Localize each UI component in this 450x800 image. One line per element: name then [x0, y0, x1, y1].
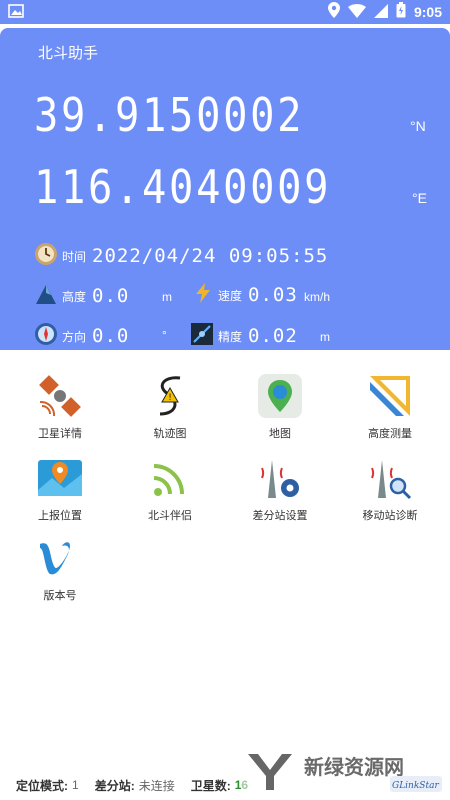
altitude-value: 0.0 — [92, 285, 130, 307]
latitude-unit: °N — [410, 118, 426, 134]
watermark-logo: 新绿资源网 GLinkStar — [240, 744, 450, 800]
station-settings-icon — [256, 454, 304, 502]
battery-icon — [396, 2, 406, 22]
accuracy-value: 0.02 — [248, 325, 298, 347]
menu-label: 上报位置 — [38, 510, 82, 522]
status-time: 9:05 — [413, 4, 442, 20]
location-icon — [327, 2, 340, 22]
heading-value: 0.0 — [92, 325, 130, 347]
heading-label: 方向 — [62, 329, 87, 344]
time-value: 2022/04/24 09:05:55 — [92, 245, 329, 267]
menu-label: 高度测量 — [368, 428, 412, 440]
station-value: 未连接 — [138, 778, 175, 793]
watermark-text: 新绿资源网 — [304, 755, 404, 779]
menu-label: 差分站设置 — [252, 510, 308, 522]
speed-row: 速度 0.03 — [192, 282, 298, 308]
speed-value: 0.03 — [248, 284, 298, 306]
mountain-icon — [34, 282, 58, 310]
satellite-count-label: 卫星数: — [190, 778, 231, 793]
menu-height-measure[interactable]: 高度测量 — [334, 372, 446, 448]
menu-station-diagnose[interactable]: 移动站诊断 — [334, 454, 446, 530]
menu-map[interactable]: 地图 — [224, 372, 336, 448]
menu-label: 地图 — [269, 428, 291, 440]
menu-satellite-details[interactable]: 卫星详情 — [4, 372, 116, 448]
speed-label: 速度 — [218, 288, 243, 303]
map-pin-icon — [256, 372, 304, 420]
app-screen: 9:05 北斗助手 39.9150002 °N 116.4040009 °E 时… — [0, 0, 450, 800]
ruler-icon — [366, 372, 414, 420]
station-diagnose-icon — [366, 454, 414, 502]
menu-track[interactable]: ! 轨迹图 — [114, 372, 226, 448]
signal-icon — [146, 454, 194, 502]
menu-label: 轨迹图 — [153, 428, 187, 440]
location-panel: 北斗助手 39.9150002 °N 116.4040009 °E 时间 202… — [0, 28, 450, 350]
mode-label: 定位模式: — [16, 778, 68, 793]
status-bar: 9:05 — [0, 0, 450, 24]
satellite-icon — [36, 372, 84, 420]
accuracy-label: 精度 — [218, 329, 243, 344]
accuracy-unit: m — [320, 330, 330, 344]
clock-icon — [34, 242, 58, 270]
report-location-icon — [36, 454, 84, 502]
menu-label: 卫星详情 — [38, 428, 82, 440]
cellular-signal-icon — [373, 3, 388, 22]
menu-version[interactable]: 版本号 — [4, 534, 116, 610]
wifi-icon — [347, 3, 366, 22]
gallery-icon — [8, 3, 24, 22]
altitude-label: 高度 — [62, 289, 87, 304]
longitude-value: 116.4040009 — [34, 160, 332, 214]
latitude-value: 39.9150002 — [34, 88, 305, 142]
svg-text:!: ! — [168, 393, 172, 403]
track-icon: ! — [146, 372, 194, 420]
menu-label: 移动站诊断 — [362, 510, 418, 522]
heading-unit: ° — [162, 328, 167, 342]
altitude-row: 高度 0.0 — [34, 282, 129, 310]
heading-row: 方向 0.0 — [34, 322, 129, 350]
speed-unit: km/h — [304, 290, 331, 304]
menu-report-location[interactable]: 上报位置 — [4, 454, 116, 530]
app-title: 北斗助手 — [38, 45, 99, 62]
longitude-unit: °E — [412, 190, 427, 206]
altitude-unit: m — [162, 290, 172, 304]
compass-icon — [34, 322, 58, 350]
menu-station-settings[interactable]: 差分站设置 — [224, 454, 336, 530]
accuracy-icon — [190, 322, 214, 350]
time-row: 时间 2022/04/24 09:05:55 — [34, 242, 328, 270]
menu-label: 北斗伴侣 — [148, 510, 192, 522]
menu-label: 版本号 — [43, 590, 77, 602]
accuracy-row: 精度 0.02 — [190, 322, 298, 350]
version-icon — [36, 534, 84, 582]
watermark-sub: GLinkStar — [392, 781, 439, 791]
station-label: 差分站: — [94, 778, 135, 793]
menu-beidou-companion[interactable]: 北斗伴侣 — [114, 454, 226, 530]
time-label: 时间 — [62, 249, 87, 264]
mode-value: 1 — [72, 778, 79, 792]
lightning-icon — [192, 282, 214, 308]
